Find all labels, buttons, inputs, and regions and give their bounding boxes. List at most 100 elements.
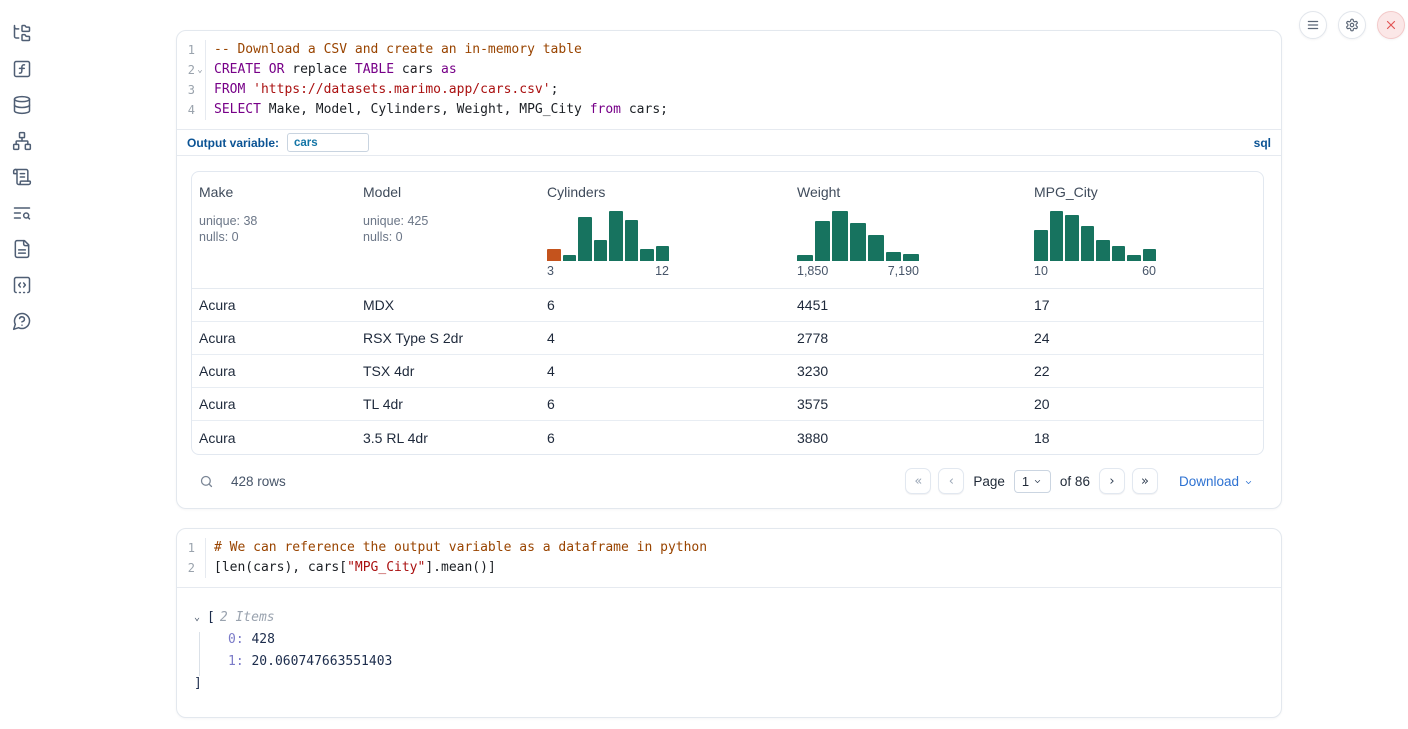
download-button[interactable]: Download [1179,474,1253,489]
code-text: -- Download a CSV and create an in-memor… [206,40,582,60]
histogram-bar [1143,249,1157,261]
column-header-make[interactable]: Make unique: 38nulls: 0 [192,172,356,288]
table-cell: 3880 [790,430,1027,446]
prev-page-button[interactable]: ‹ [938,468,964,494]
shutdown-button[interactable] [1377,11,1405,39]
python-output: ⌄ [ 2 Items 0: 4281: 20.060747663551403 … [177,588,1281,717]
sql-editor[interactable]: 1 -- Download a CSV and create an in-memo… [177,31,1281,129]
column-header-mpg_city[interactable]: MPG_City1060 [1027,172,1263,288]
chevron-down-icon [1244,478,1253,487]
line-gutter: 1 [177,538,206,558]
table-cell: TSX 4dr [356,363,540,379]
code-text: FROM 'https://datasets.marimo.app/cars.c… [206,80,558,100]
page-select-value: 1 [1022,474,1029,489]
data-sources-icon[interactable] [12,95,32,115]
histogram-axis-label: 3 [547,264,554,278]
histogram-bar [1050,211,1064,261]
column-name: Make [199,183,348,201]
histogram-bar [563,255,577,261]
menu-button[interactable] [1299,11,1327,39]
list-item: 0: 428 [194,629,1281,651]
help-icon[interactable] [12,311,32,331]
histogram-bar [797,255,813,261]
sql-cell: 1 -- Download a CSV and create an in-memo… [176,30,1282,509]
first-page-button[interactable]: « [905,468,931,494]
close-icon [1384,18,1398,32]
list-close-bracket: ] [194,673,1281,695]
collapse-chevron-icon[interactable]: ⌄ [194,607,207,629]
table-cell: 6 [540,430,790,446]
column-histogram: 312 [547,211,669,278]
code-line: 1# We can reference the output variable … [177,538,1281,558]
table-cell: 4 [540,330,790,346]
python-editor[interactable]: 1# We can reference the output variable … [177,529,1281,588]
line-gutter: 4 [177,100,206,120]
line-number: 1 [188,40,195,60]
python-cell: 1# We can reference the output variable … [176,528,1282,718]
column-header-weight[interactable]: Weight 1,8507,190 [790,172,1027,288]
table-cell: Acura [192,396,356,412]
histogram-bar [832,211,848,261]
language-badge: sql [1254,136,1271,150]
functions-icon[interactable] [12,59,32,79]
table-row[interactable]: Acura3.5 RL 4dr6388018 [192,421,1263,454]
histogram-axis-labels: 1,8507,190 [797,264,919,278]
line-gutter: 3 [177,80,206,100]
data-table: Make unique: 38nulls: 0Modelunique: 425nu… [191,171,1264,455]
table-cell: 6 [540,297,790,313]
file-explorer-icon[interactable] [12,23,32,43]
fold-chevron-icon[interactable]: ⌄ [195,65,205,75]
table-cell: Acura [192,330,356,346]
table-cell: 2778 [790,330,1027,346]
topbar-actions [1299,11,1405,39]
column-name: Cylinders [547,183,782,201]
histogram-bar [594,240,608,261]
table-body: AcuraMDX6445117AcuraRSX Type S 2dr427782… [192,289,1263,454]
code-text: [len(cars), cars["MPG_City"].mean()] [206,558,496,578]
histogram-bar [656,246,670,261]
table-cell: 6 [540,396,790,412]
line-number: 4 [188,100,195,120]
table-cell: MDX [356,297,540,313]
documentation-icon[interactable] [12,239,32,259]
settings-button[interactable] [1338,11,1366,39]
page-select[interactable]: 1 [1014,470,1051,493]
search-icon[interactable] [199,474,214,489]
code-line: 2[len(cars), cars["MPG_City"].mean()] [177,558,1281,578]
histogram-axis-label: 10 [1034,264,1048,278]
line-gutter: 2 [177,558,206,578]
line-number: 1 [188,538,195,558]
column-header-model[interactable]: Modelunique: 425nulls: 0 [356,172,540,288]
page-total-label: of 86 [1060,474,1090,489]
table-cell: 18 [1027,430,1263,446]
list-entries: 0: 4281: 20.060747663551403 [194,629,1281,673]
table-cell: 3230 [790,363,1027,379]
next-page-button[interactable]: › [1099,468,1125,494]
code-line: 3FROM 'https://datasets.marimo.app/cars.… [177,80,1281,100]
last-page-button[interactable]: » [1132,468,1158,494]
histogram-bar [640,249,654,261]
histogram-bars [797,211,919,261]
chevron-down-icon [1033,477,1042,486]
table-cell: 24 [1027,330,1263,346]
code-text: CREATE OR replace TABLE cars as [206,60,457,80]
scratchpad-icon[interactable] [12,167,32,187]
snippets-icon[interactable] [12,275,32,295]
table-cell: Acura [192,297,356,313]
code-line: 2⌄CREATE OR replace TABLE cars as [177,60,1281,80]
column-header-cylinders[interactable]: Cylinders 312 [540,172,790,288]
table-cell: 4 [540,363,790,379]
column-name: Weight [797,183,1019,201]
table-row[interactable]: AcuraTSX 4dr4323022 [192,355,1263,388]
histogram-axis-label: 1,850 [797,264,828,278]
output-variable-label: Output variable: [187,136,279,150]
dependency-graph-icon[interactable] [12,131,32,151]
table-row[interactable]: AcuraMDX6445117 [192,289,1263,322]
output-variable-input[interactable] [287,133,369,152]
column-stats: unique: 38nulls: 0 [199,213,348,245]
logs-icon[interactable] [12,203,32,223]
table-row[interactable]: AcuraTL 4dr6357520 [192,388,1263,421]
histogram-bar [868,235,884,261]
table-row[interactable]: AcuraRSX Type S 2dr4277824 [192,322,1263,355]
notebook: 1 -- Download a CSV and create an in-memo… [176,0,1282,718]
